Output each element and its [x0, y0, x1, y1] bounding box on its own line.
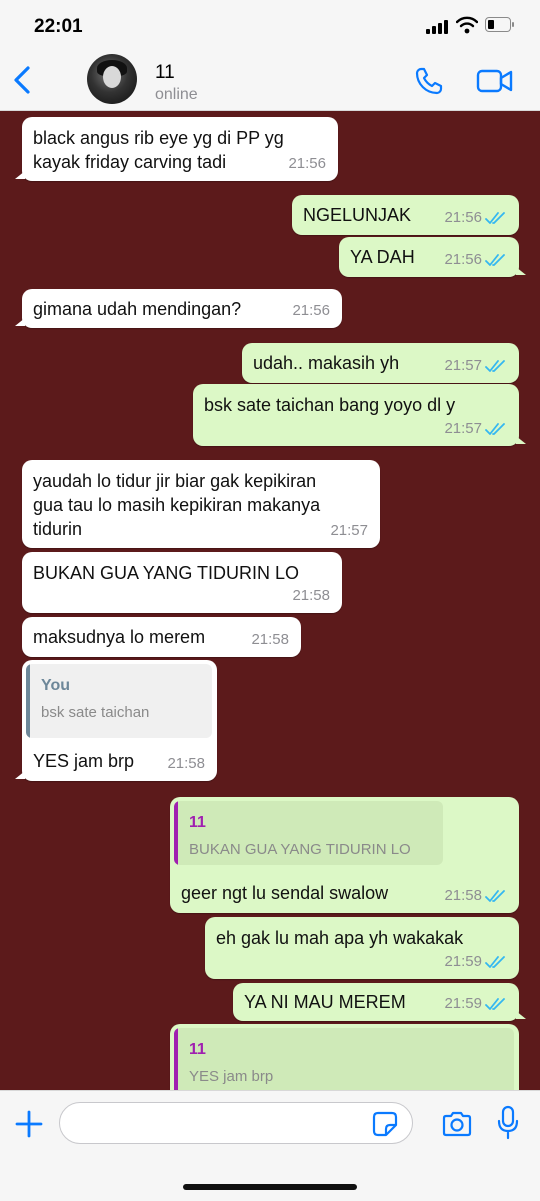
read-receipt-icon: [485, 956, 505, 968]
message-incoming[interactable]: gimana udah mendingan? 21:56: [15, 289, 342, 328]
message-incoming[interactable]: black angus rib eye yg di PP yg kayak fr…: [15, 117, 338, 181]
message-text: maksudnya lo merem: [33, 627, 206, 647]
message-time: 21:56: [444, 251, 482, 268]
contact-status: online: [155, 86, 198, 103]
message-time: 21:58: [292, 587, 330, 604]
message-outgoing[interactable]: 11 YES jam brp: [170, 1024, 519, 1090]
video-camera-icon[interactable]: [476, 68, 514, 94]
message-time: 21:59: [444, 953, 482, 970]
contact-avatar[interactable]: [87, 54, 137, 104]
message-time: 21:59: [444, 995, 482, 1012]
quoted-author: 11: [189, 1041, 206, 1058]
message-text: udah.. makasih yh: [253, 353, 400, 373]
back-button[interactable]: [8, 60, 38, 100]
read-receipt-icon: [485, 254, 505, 266]
message-text: BUKAN GUA YANG TIDURIN LO: [33, 563, 300, 583]
read-receipt-icon: [485, 360, 505, 372]
quoted-text: BUKAN GUA YANG TIDURIN LO: [189, 841, 411, 858]
message-text: yaudah lo tidur jir biar gak kepikiran g…: [33, 471, 321, 539]
quoted-message[interactable]: You bsk sate taichan: [26, 664, 212, 738]
quoted-text: bsk sate taichan: [41, 704, 150, 721]
message-incoming[interactable]: yaudah lo tidur jir biar gak kepikiran g…: [22, 460, 380, 548]
message-time: 21:56: [444, 209, 482, 226]
message-outgoing[interactable]: eh gak lu mah apa yh wakakak 21:59: [205, 917, 519, 979]
message-text: eh gak lu mah apa yh wakakak: [216, 928, 464, 948]
contact-name[interactable]: 11: [155, 62, 175, 84]
battery-icon: [485, 17, 514, 32]
message-time: 21:57: [444, 357, 482, 374]
message-outgoing[interactable]: bsk sate taichan bang yoyo dl y 21:57: [193, 384, 526, 446]
message-text: gimana udah mendingan?: [33, 299, 242, 319]
message-incoming[interactable]: maksudnya lo merem 21:58: [22, 617, 301, 657]
message-incoming[interactable]: You bsk sate taichan YES jam brp 21:58: [15, 660, 217, 781]
chat-header: 11 online: [0, 52, 540, 111]
plus-icon[interactable]: [14, 1109, 44, 1139]
quoted-author: You: [41, 677, 71, 694]
compose-bar: [0, 1090, 540, 1201]
message-text: YES jam brp: [33, 751, 135, 771]
quoted-author: 11: [189, 814, 206, 831]
message-time: 21:58: [444, 887, 482, 904]
read-receipt-icon: [485, 423, 505, 435]
message-text: bsk sate taichan bang yoyo dl y: [204, 395, 456, 415]
read-receipt-icon: [485, 212, 505, 224]
message-outgoing[interactable]: NGELUNJAK 21:56: [292, 195, 519, 235]
quoted-message[interactable]: 11 YES jam brp: [174, 1028, 514, 1090]
camera-icon[interactable]: [441, 1110, 473, 1138]
message-outgoing[interactable]: 11 BUKAN GUA YANG TIDURIN LO geer ngt lu…: [170, 797, 519, 913]
wifi-icon: [456, 16, 478, 34]
read-receipt-icon: [485, 998, 505, 1010]
message-time: 21:56: [292, 302, 330, 319]
message-input[interactable]: [59, 1102, 413, 1144]
read-receipt-icon: [485, 890, 505, 902]
cellular-signal-icon: [426, 20, 452, 34]
message-time: 21:57: [330, 522, 368, 539]
message-incoming[interactable]: BUKAN GUA YANG TIDURIN LO 21:58: [22, 552, 342, 613]
microphone-icon[interactable]: [496, 1105, 520, 1141]
message-time: 21:58: [167, 755, 205, 772]
message-text: YA NI MAU MEREM: [244, 992, 406, 1012]
message-text: geer ngt lu sendal swalow: [181, 883, 389, 903]
chat-area[interactable]: black angus rib eye yg di PP yg kayak fr…: [0, 110, 540, 1090]
status-time: 22:01: [34, 16, 83, 37]
message-outgoing[interactable]: udah.. makasih yh 21:57: [242, 343, 519, 383]
home-indicator: [183, 1184, 357, 1190]
message-outgoing[interactable]: YA NI MAU MEREM 21:59: [233, 983, 526, 1021]
message-outgoing[interactable]: YA DAH 21:56: [339, 237, 526, 277]
status-bar: 22:01: [0, 0, 540, 52]
message-time: 21:58: [251, 631, 289, 648]
quoted-message[interactable]: 11 BUKAN GUA YANG TIDURIN LO: [174, 801, 443, 865]
phone-icon[interactable]: [414, 66, 444, 96]
message-text: NGELUNJAK: [303, 205, 412, 225]
message-time: 21:56: [288, 155, 326, 172]
message-text: black angus rib eye yg di PP yg kayak fr…: [33, 128, 284, 172]
message-time: 21:57: [444, 420, 482, 437]
quoted-text: YES jam brp: [189, 1068, 274, 1085]
sticker-icon[interactable]: [372, 1111, 398, 1137]
message-text: YA DAH: [350, 247, 415, 267]
